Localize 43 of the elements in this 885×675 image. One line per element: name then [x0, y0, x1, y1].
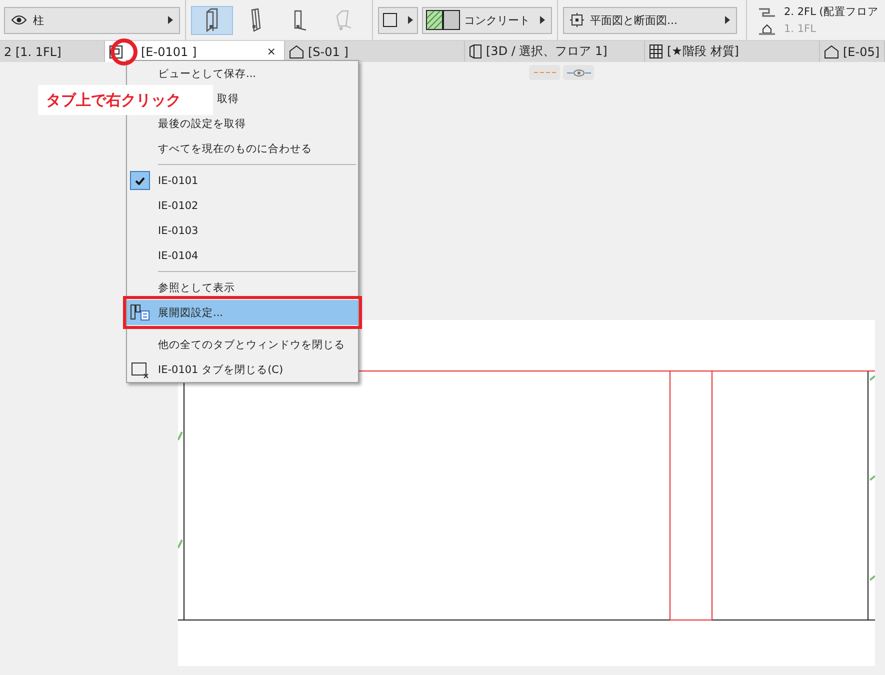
grid-icon [649, 44, 663, 59]
house-icon [758, 23, 776, 35]
menu-item[interactable]: IE-0101 [127, 168, 358, 193]
menu-item[interactable]: 参照として表示 [127, 275, 358, 300]
close-icon[interactable]: × [262, 45, 280, 58]
elevation-icon [109, 44, 123, 58]
element-selector[interactable]: 柱 [4, 6, 180, 34]
annotation-tooltip: タブ上で右クリック [38, 85, 213, 115]
column-icon [206, 8, 218, 32]
view-selector[interactable]: 平面図と断面図... [563, 6, 737, 34]
menu-item[interactable]: IE-0103 [127, 218, 358, 243]
house-icon [289, 44, 304, 58]
line-toggle-button[interactable] [529, 65, 560, 80]
column-tool-button[interactable] [191, 6, 233, 34]
menu-item[interactable]: IE-0104 [127, 243, 358, 268]
column-rotate-icon [336, 10, 352, 30]
material-swatch-icon [426, 10, 460, 30]
dashed-line-icon [534, 71, 556, 74]
menu-item[interactable]: すべてを現在のものに合わせる [127, 136, 358, 161]
menu-item[interactable]: IE-0102 [127, 193, 358, 218]
visibility-toggle-button[interactable] [563, 65, 594, 80]
target-icon [570, 13, 584, 27]
menu-item[interactable]: IE-0101 タブを閉じる(C) [127, 357, 358, 382]
floor-label: 1. 1FL [784, 23, 816, 35]
menu-item[interactable]: ビューとして保存... [127, 61, 358, 86]
floor-label: 2. 2FL (配置フロア [784, 5, 878, 19]
view-tab[interactable]: [3D / 選択、フロア 1] [465, 41, 645, 62]
shape-selector[interactable] [378, 6, 418, 34]
view-tab[interactable]: [★階段 材質] [645, 41, 820, 62]
view-tab[interactable]: [E-05] [820, 41, 885, 62]
menu-item[interactable]: 展開図設定... [127, 300, 358, 325]
eye-icon [11, 15, 27, 25]
slanted-column-icon [251, 8, 261, 32]
cube-icon [469, 44, 482, 59]
close-window-icon [130, 360, 150, 379]
menu-item[interactable]: 他の全てのタブとウィンドウを閉じる [127, 332, 358, 357]
annotation-circle [110, 38, 138, 66]
settings-icon [130, 303, 150, 322]
material-selector[interactable]: コンクリート [422, 6, 552, 34]
square-icon [383, 13, 397, 27]
eye-icon [566, 68, 590, 76]
column-base-icon [294, 10, 306, 30]
house-icon [824, 44, 839, 58]
